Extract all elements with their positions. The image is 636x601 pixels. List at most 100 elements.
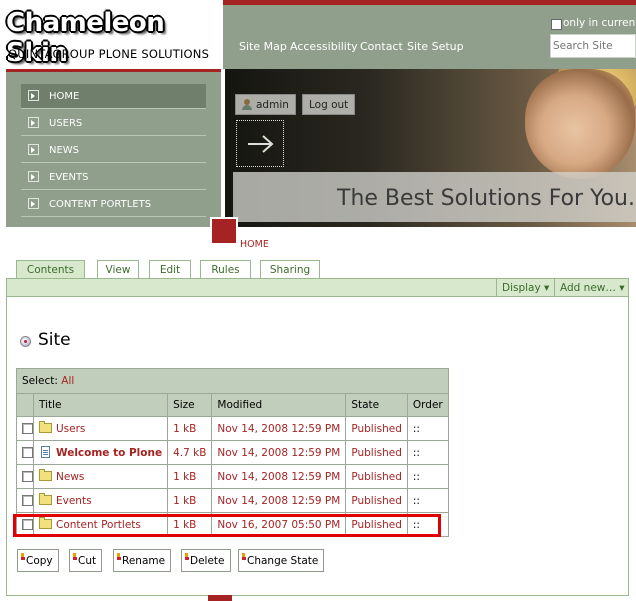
state-cell: Published: [345, 488, 408, 513]
menu-divider: [496, 279, 497, 296]
modified-cell: Nov 14, 2008 12:59 PM: [211, 464, 347, 489]
header-state[interactable]: State: [345, 393, 408, 417]
table-row: News 1 kB Nov 14, 2008 12:59 PM Publishe…: [16, 464, 449, 489]
select-all-link[interactable]: All: [61, 375, 74, 387]
tab-view[interactable]: View: [97, 260, 139, 278]
tab-rules[interactable]: Rules: [200, 260, 251, 278]
item-title-link[interactable]: Events: [56, 495, 92, 507]
delete-button[interactable]: Delete: [181, 549, 231, 572]
order-handle[interactable]: ::: [406, 512, 449, 537]
nav-item-home[interactable]: HOME: [21, 84, 206, 109]
banner-photo: [525, 69, 635, 179]
state-cell: Published: [345, 464, 408, 489]
row-checkbox-cell: [16, 464, 34, 489]
row-checkbox-cell: [16, 440, 34, 465]
item-title-link[interactable]: Content Portlets: [56, 519, 141, 531]
nav-item-events[interactable]: EVENTS: [21, 165, 206, 190]
select-row: Select: All: [16, 368, 449, 394]
tab-contents[interactable]: Contents: [16, 260, 85, 279]
row-checkbox-cell: [16, 512, 34, 537]
folder-icon: [39, 468, 52, 481]
nav-item-label: USERS: [49, 118, 83, 129]
copy-button[interactable]: Copy: [17, 549, 59, 572]
size-cell: 1 kB: [167, 464, 213, 489]
size-cell: 1 kB: [167, 488, 213, 513]
user-icon: [242, 99, 252, 110]
select-label: Select:: [22, 375, 58, 387]
logo-subtitle: QUINTAGROUP PLONE SOLUTIONS: [8, 47, 210, 61]
site-logo[interactable]: Chameleon Skin QUINTAGROUP PLONE SOLUTIO…: [6, 8, 221, 70]
row-checkbox[interactable]: [22, 471, 33, 482]
nav-item-users[interactable]: USERS: [21, 111, 206, 136]
arrow-right-icon: [28, 144, 39, 155]
nav-item-label: NEWS: [49, 145, 80, 156]
site-action-contact[interactable]: Contact: [360, 40, 403, 53]
cut-icon: [73, 553, 77, 560]
user-menu[interactable]: admin: [235, 94, 296, 115]
folder-icon: [39, 420, 52, 433]
title-cell: Users: [32, 416, 169, 441]
row-checkbox[interactable]: [22, 423, 33, 434]
table-header-row: Title Size Modified State Order: [16, 393, 449, 417]
nav-divider: [21, 216, 206, 217]
table-row: Users 1 kB Nov 14, 2008 12:59 PM Publish…: [16, 416, 449, 441]
arrow-right-icon: [248, 135, 274, 153]
header-order[interactable]: Order: [406, 393, 449, 417]
arrow-right-icon: [28, 198, 39, 209]
nav-divider: [21, 189, 206, 190]
banner-arrow-button[interactable]: [236, 120, 284, 167]
arrow-right-icon: [28, 117, 39, 128]
only-current-label: only in current: [563, 17, 636, 29]
change-state-icon: [242, 553, 246, 560]
cut-button[interactable]: Cut: [69, 549, 103, 572]
table-row: Welcome to Plone 4.7 kB Nov 14, 2008 12:…: [16, 440, 449, 465]
arrow-right-icon: [28, 90, 39, 101]
row-checkbox[interactable]: [22, 447, 33, 458]
row-checkbox[interactable]: [22, 519, 33, 530]
copy-icon: [21, 553, 25, 560]
header-checkbox-column: [16, 393, 34, 417]
header-banner: The Best Solutions For You.: [225, 69, 636, 227]
nav-divider: [21, 108, 206, 109]
cut-label: Cut: [78, 555, 97, 567]
item-title-link[interactable]: News: [56, 471, 84, 483]
site-action-accessibility[interactable]: Accessibility: [290, 40, 358, 53]
folder-icon: [39, 516, 52, 529]
document-icon: [41, 446, 50, 458]
size-cell: 1 kB: [167, 512, 213, 537]
tab-edit[interactable]: Edit: [149, 260, 191, 278]
modified-cell: Nov 16, 2007 05:50 PM: [211, 512, 347, 537]
logout-button[interactable]: Log out: [302, 94, 356, 115]
order-handle[interactable]: ::: [406, 440, 449, 465]
item-title-link[interactable]: Welcome to Plone: [56, 447, 162, 459]
site-action-site-setup[interactable]: Site Setup: [407, 40, 464, 53]
only-current-checkbox[interactable]: [551, 19, 562, 30]
order-handle[interactable]: ::: [406, 416, 449, 441]
nav-item-content-portlets[interactable]: CONTENT PORTLETS: [21, 192, 206, 217]
tab-sharing[interactable]: Sharing: [260, 260, 320, 278]
table-row: Events 1 kB Nov 14, 2008 12:59 PM Publis…: [16, 488, 449, 513]
select-cell: Select: All: [16, 368, 449, 394]
folder-icon: [39, 492, 52, 505]
row-checkbox[interactable]: [22, 495, 33, 506]
order-handle[interactable]: ::: [406, 464, 449, 489]
nav-item-label: HOME: [49, 91, 80, 102]
display-menu[interactable]: Display ▾: [502, 282, 549, 294]
header-modified[interactable]: Modified: [211, 393, 347, 417]
breadcrumb-home[interactable]: HOME: [240, 239, 269, 250]
header-title[interactable]: Title: [32, 393, 169, 417]
size-cell: 4.7 kB: [167, 440, 213, 465]
modified-cell: Nov 14, 2008 12:59 PM: [211, 440, 347, 465]
search-input[interactable]: [550, 34, 636, 58]
site-action-site-map[interactable]: Site Map: [239, 40, 287, 53]
bottom-decoration: [208, 595, 232, 601]
rename-button[interactable]: Rename: [113, 549, 172, 572]
modified-cell: Nov 14, 2008 12:59 PM: [211, 416, 347, 441]
nav-item-news[interactable]: NEWS: [21, 138, 206, 163]
add-new-menu[interactable]: Add new… ▾: [560, 282, 624, 294]
delete-icon: [185, 553, 189, 560]
header-size[interactable]: Size: [167, 393, 213, 417]
change-state-button[interactable]: Change State: [238, 549, 325, 572]
order-handle[interactable]: ::: [406, 488, 449, 513]
item-title-link[interactable]: Users: [56, 423, 85, 435]
